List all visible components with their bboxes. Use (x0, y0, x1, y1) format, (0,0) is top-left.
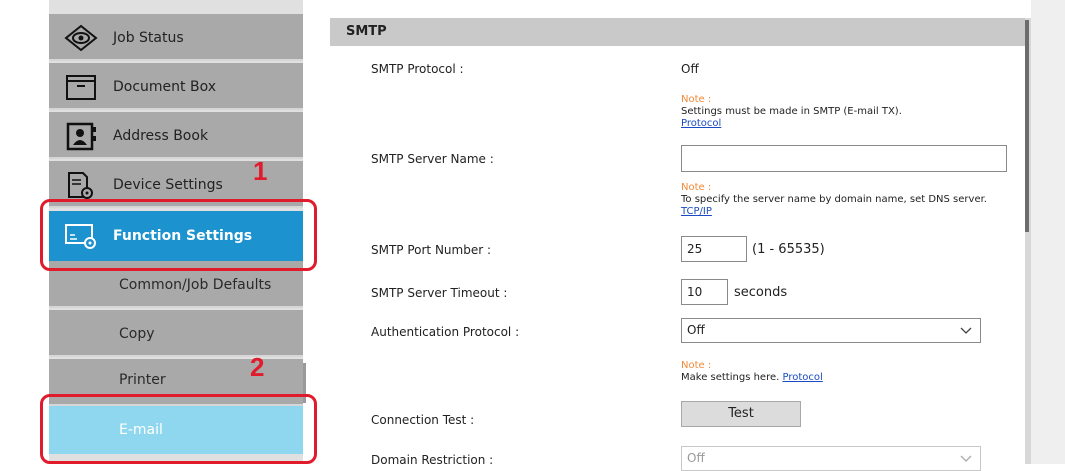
note-text: Settings must be made in SMTP (E-mail TX… (681, 106, 902, 117)
note-text: Make settings here. (681, 372, 780, 383)
callout-number-1: 1 (253, 156, 268, 186)
sidebar-item-address-book[interactable]: Address Book (49, 112, 303, 159)
address-book-icon (66, 122, 96, 151)
authentication-protocol-label: Authentication Protocol : (371, 325, 520, 339)
sidebar-item-document-box[interactable]: Document Box (49, 63, 303, 110)
smtp-protocol-note: Note : Settings must be made in SMTP (E-… (681, 94, 902, 130)
smtp-server-name-note: Note : To specify the server name by dom… (681, 182, 987, 218)
timeout-unit-text: seconds (734, 285, 788, 300)
note-title: Note : (681, 94, 712, 105)
sidebar-item-label: Document Box (113, 79, 217, 95)
sidebar-item-label: Copy (119, 326, 155, 342)
device-settings-icon (68, 172, 93, 199)
callout-box-function-settings (40, 199, 317, 271)
sidebar-item-label: Device Settings (113, 177, 223, 193)
sidebar-item-copy[interactable]: Copy (49, 310, 303, 357)
callout-box-email (40, 394, 317, 464)
chevron-down-icon (960, 327, 972, 334)
folder-icon (66, 75, 96, 100)
smtp-protocol-value: Off (681, 62, 699, 76)
smtp-server-name-label: SMTP Server Name : (371, 152, 494, 166)
eye-icon (64, 24, 98, 52)
protocol-link[interactable]: Protocol (782, 372, 822, 383)
tcpip-link[interactable]: TCP/IP (681, 206, 712, 217)
port-range-text: (1 - 65535) (752, 242, 825, 257)
connection-test-label: Connection Test : (371, 413, 475, 427)
selected-value: Off (687, 451, 705, 465)
smtp-server-timeout-input[interactable]: 10 (681, 279, 728, 305)
note-title: Note : (681, 182, 712, 193)
authentication-protocol-select[interactable]: Off (681, 318, 981, 343)
smtp-server-name-input[interactable] (681, 145, 1007, 172)
sidebar-item-job-status[interactable]: Job Status (49, 14, 303, 61)
note-title: Note : (681, 360, 712, 371)
sidebar-item-label: Address Book (113, 128, 209, 144)
right-gutter (1031, 0, 1065, 464)
callout-number-2: 2 (250, 352, 265, 382)
test-button[interactable]: Test (681, 401, 801, 427)
smtp-protocol-label: SMTP Protocol : (371, 62, 464, 76)
smtp-port-number-input[interactable]: 25 (681, 236, 747, 262)
protocol-link[interactable]: Protocol (681, 118, 721, 129)
sidebar-item-label: Common/Job Defaults (119, 277, 272, 293)
sidebar-item-label: Printer (119, 372, 166, 388)
smtp-port-number-label: SMTP Port Number : (371, 243, 492, 257)
chevron-down-icon (960, 455, 972, 462)
authentication-protocol-note: Note : Make settings here. Protocol (681, 360, 823, 384)
section-header: SMTP (330, 18, 1028, 46)
smtp-server-timeout-label: SMTP Server Timeout : (371, 286, 508, 300)
note-text: To specify the server name by domain nam… (681, 194, 987, 205)
sidebar-item-label: Job Status (113, 30, 184, 46)
selected-value: Off (687, 323, 705, 337)
domain-restriction-label: Domain Restriction : (371, 453, 494, 467)
domain-restriction-select[interactable]: Off (681, 446, 981, 471)
content-scrollbar-thumb[interactable] (1025, 20, 1029, 232)
